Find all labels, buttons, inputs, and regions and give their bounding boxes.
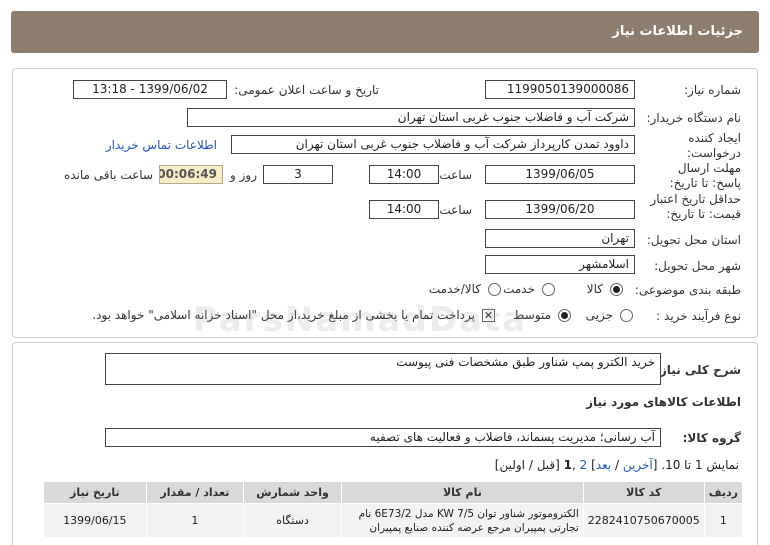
process-option-minor: جزیی	[585, 308, 613, 322]
need-details-panel: شماره نیاز: 1199050139000086 تاریخ و ساع…	[12, 68, 758, 338]
summary-field[interactable]: خرید الکترو پمپ شناور طبق مشخصات فنی پیو…	[105, 353, 661, 385]
process-radio-minor[interactable]	[620, 309, 633, 322]
page-header: جزئیات اطلاعات نیاز	[11, 11, 759, 53]
goods-info-title: اطلاعات کالاهای مورد نیاز	[586, 395, 741, 409]
province-label: استان محل تحویل:	[646, 233, 741, 247]
validity-time-field[interactable]: 14:00	[369, 200, 439, 219]
items-table-header: ردیف کد کالا نام کالا واحد شمارش تعداد /…	[43, 481, 744, 504]
buyer-label: نام دستگاه خریدار:	[646, 111, 742, 125]
page-title: جزئیات اطلاعات نیاز	[612, 24, 743, 39]
pagination: نمایش 1 تا 10. [آخرین / بعد] 2 ,1 [قبل /…	[495, 458, 739, 472]
deadline-time-label: ساعت	[439, 168, 472, 182]
category-option-goods-service: کالا/خدمت	[428, 282, 481, 296]
creator-field[interactable]: داوود تمدن کارپرداز شرکت آب و فاضلاب جنو…	[231, 135, 635, 154]
remaining-label: ساعت باقی مانده	[63, 168, 153, 182]
process-radio-medium[interactable]	[558, 309, 571, 322]
category-label: طبقه بندی موضوعی:	[634, 283, 741, 297]
category-radio-service[interactable]	[542, 283, 555, 296]
process-option-medium: متوسط	[513, 308, 551, 322]
col-qty: تعداد / مقدار	[145, 481, 245, 504]
paging-last-link[interactable]: آخرین	[623, 458, 653, 472]
category-option-goods: کالا	[586, 282, 603, 296]
creator-label: ایجاد کننده درخواست:	[687, 131, 741, 160]
row-name: الکتروموتور شناور توان KW 7/5 مدل 6E73/2…	[341, 503, 584, 538]
announce-date-field[interactable]: 1399/06/02 - 13:18	[73, 80, 227, 99]
validity-label: حداقل تاریخ اعتبار قیمت: تا تاریخ:	[650, 192, 741, 221]
need-number-label: شماره نیاز:	[684, 83, 741, 97]
row-qty: 1	[145, 503, 245, 538]
city-label: شهر محل تحویل:	[654, 259, 741, 273]
paging-mid: ]	[587, 458, 596, 472]
items-table: ردیف کد کالا نام کالا واحد شمارش تعداد /…	[43, 481, 744, 538]
paging-page-1: 1	[563, 458, 572, 472]
buyer-field[interactable]: شرکت آب و فاضلاب جنوب غربی استان تهران	[187, 108, 635, 127]
row-index: 1	[703, 503, 744, 538]
days-label: روز و	[230, 168, 257, 182]
paging-prefix: نمایش 1 تا 10. [	[652, 458, 739, 472]
deadline-time-field[interactable]: 14:00	[369, 165, 439, 184]
city-field[interactable]: اسلامشهر	[485, 255, 635, 274]
treasury-payment-note: پرداخت تمام یا بخشی از مبلغ خرید،از محل …	[92, 308, 475, 322]
announce-date-label: تاریخ و ساعت اعلان عمومی:	[234, 83, 379, 97]
table-row[interactable]: 1 2282410750670005 الکتروموتور شناور توا…	[43, 503, 744, 538]
goods-group-field[interactable]: آب رسانی؛ مدیریت پسماند، فاضلاب و فعالیت…	[105, 428, 661, 447]
remaining-timer: 00:06:49	[159, 165, 223, 184]
treasury-payment-checkbox[interactable]: ✕	[482, 309, 495, 322]
category-option-service: خدمت	[503, 282, 535, 296]
province-field[interactable]: تهران	[485, 229, 635, 248]
category-radio-goods[interactable]	[610, 283, 623, 296]
paging-next-link[interactable]: بعد	[596, 458, 611, 472]
row-code: 2282410750670005	[582, 503, 705, 538]
col-date: تاریخ نیاز	[43, 481, 147, 504]
summary-label: شرح کلی نیاز:	[655, 363, 741, 377]
row-date: 1399/06/15	[43, 503, 147, 538]
deadline-date-field[interactable]: 1399/06/05	[485, 165, 635, 184]
category-radio-goods-service[interactable]	[488, 283, 501, 296]
process-label: نوع فرآیند خرید :	[656, 309, 741, 323]
buyer-contact-link[interactable]: اطلاعات تماس خریدار	[106, 138, 217, 152]
col-unit: واحد شمارش	[243, 481, 343, 504]
deadline-label: مهلت ارسال پاسخ: تا تاریخ:	[669, 161, 741, 190]
need-items-panel: شرح کلی نیاز: خرید الکترو پمپ شناور طبق …	[12, 342, 758, 545]
paging-sep: /	[611, 458, 623, 472]
paging-suffix: [قبل / اولین]	[494, 458, 564, 472]
col-name: نام کالا	[341, 481, 584, 504]
paging-comma: ,	[572, 458, 580, 472]
days-field[interactable]: 3	[263, 165, 333, 184]
row-unit: دستگاه	[243, 503, 343, 538]
validity-time-label: ساعت	[439, 203, 472, 217]
col-code: کد کالا	[582, 481, 705, 504]
need-number-field[interactable]: 1199050139000086	[485, 80, 635, 99]
validity-date-field[interactable]: 1399/06/20	[485, 200, 635, 219]
goods-group-label: گروه کالا:	[682, 431, 741, 445]
col-index: ردیف	[703, 481, 744, 504]
